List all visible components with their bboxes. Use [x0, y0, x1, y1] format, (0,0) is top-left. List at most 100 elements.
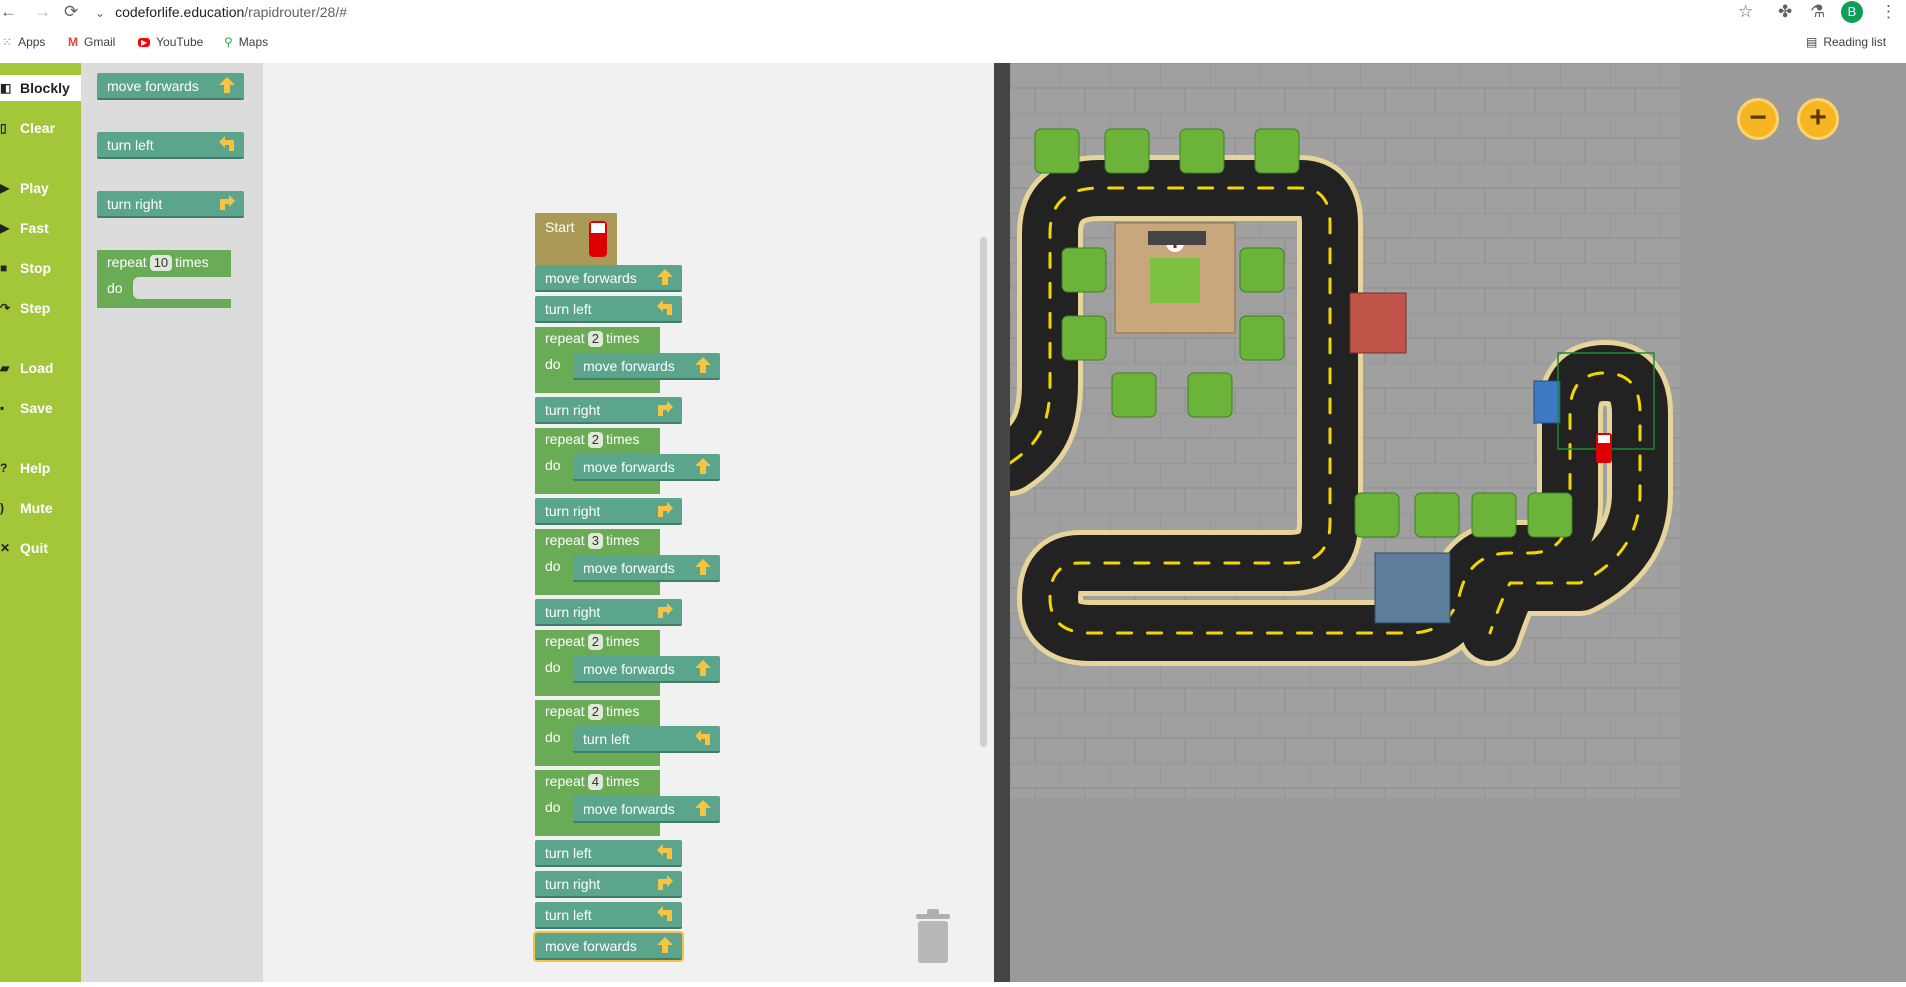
save-icon: ▪ — [0, 401, 5, 415]
program-block-turn-right[interactable]: turn right — [535, 871, 682, 898]
up-arrow-icon — [695, 800, 711, 816]
address-bar[interactable]: ⌄ codeforlife.education/rapidrouter/28/# — [95, 0, 347, 24]
program-block-turn-right[interactable]: turn right — [535, 397, 682, 424]
repeat-count-field[interactable]: 2 — [587, 331, 603, 347]
program-block-move-forwards[interactable]: move forwards — [573, 454, 720, 481]
program-block-move-forwards[interactable]: move forwards — [573, 353, 720, 380]
menu-icon[interactable]: ⋮ — [1880, 2, 1897, 22]
game-map: − + — [977, 63, 1906, 982]
url-path: /rapidrouter/28/# — [244, 4, 347, 20]
blockly-workspace[interactable]: Start move forwards turn left repeat 2 times d… — [263, 63, 994, 982]
van-icon — [1596, 433, 1612, 463]
road-map — [977, 63, 1680, 798]
program-repeat-block[interactable]: repeat 4 times do move forwards — [535, 770, 720, 836]
reload-icon[interactable]: ⟳ — [64, 2, 78, 22]
up-arrow-icon — [219, 77, 235, 93]
toolbox-repeat[interactable]: repeat 10 times do — [97, 250, 231, 308]
workspace-scrollbar[interactable] — [980, 237, 987, 747]
repeat-count-field[interactable]: 2 — [587, 634, 603, 650]
program-block-turn-left[interactable]: turn left — [535, 902, 682, 929]
trash-icon: ▯ — [0, 121, 7, 135]
program-block-turn-right[interactable]: turn right — [535, 599, 682, 626]
bookmark-maps[interactable]: ⚲ Maps — [224, 35, 268, 49]
program-repeat-block[interactable]: repeat 2 times do move forwards — [535, 327, 720, 393]
program-block-move-forwards[interactable]: move forwards — [533, 931, 684, 962]
bookmark-apps[interactable]: ⁙ Apps — [2, 35, 45, 49]
control-panel: ◧ Blockly ▯ Clear ▶ Play ▶ Fast ■ Stop ↷ Step … — [0, 63, 81, 982]
reading-list-button[interactable]: ▤ Reading list — [1806, 35, 1886, 49]
zoom-in-button[interactable]: + — [1797, 98, 1839, 140]
blockly-icon: ◧ — [0, 81, 12, 95]
profile-avatar[interactable]: B — [1841, 1, 1863, 23]
program-repeat-block[interactable]: repeat 3 times do move forwards — [535, 529, 720, 595]
play-button[interactable]: ▶ Play — [0, 175, 81, 201]
fast-icon: ▶ — [0, 221, 10, 235]
repeat-count-field[interactable]: 10 — [149, 255, 173, 271]
start-block[interactable]: Start — [535, 213, 617, 265]
toolbox-move-forwards[interactable]: move forwards — [97, 73, 244, 100]
destination-house — [1533, 380, 1561, 424]
fast-button[interactable]: ▶ Fast — [0, 215, 81, 241]
clear-button[interactable]: ▯ Clear — [0, 115, 81, 141]
program-block-turn-right[interactable]: turn right — [535, 498, 682, 525]
step-icon: ↷ — [0, 301, 11, 315]
right-arrow-icon — [658, 875, 673, 890]
repeat-count-field[interactable]: 2 — [587, 704, 603, 720]
reading-list-icon: ▤ — [1806, 35, 1818, 49]
star-icon[interactable]: ☆ — [1738, 2, 1753, 22]
repeat-slot — [133, 277, 231, 299]
labs-icon[interactable]: ⚗ — [1810, 2, 1825, 22]
back-icon[interactable]: ← — [0, 2, 17, 22]
zoom-out-button[interactable]: − — [1737, 98, 1779, 140]
program-block-move-forwards[interactable]: move forwards — [573, 555, 720, 582]
speaker-icon: ) — [0, 501, 4, 515]
folder-icon: ▰ — [0, 361, 10, 375]
program-repeat-block[interactable]: repeat 2 times do move forwards — [535, 428, 720, 494]
quit-button[interactable]: ✕ Quit — [0, 535, 81, 561]
load-button[interactable]: ▰ Load — [0, 355, 81, 381]
program-block-move-forwards[interactable]: move forwards — [573, 656, 720, 683]
program-repeat-block[interactable]: repeat 2 times do turn left — [535, 700, 720, 766]
browser-chrome: ← → ⟳ ⌄ codeforlife.education/rapidrouter… — [0, 0, 1906, 64]
right-arrow-icon — [658, 401, 673, 416]
program-block-move-forwards[interactable]: move forwards — [573, 796, 720, 823]
program-block-turn-left[interactable]: turn left — [535, 296, 682, 323]
help-button[interactable]: ? Help — [0, 455, 81, 481]
bookmarks-bar: ⁙ Apps M Gmail ▶ YouTube ⚲ Maps ▤ Reading lis… — [0, 30, 1906, 56]
nav-bar: ← → ⟳ ⌄ codeforlife.education/rapidrouter… — [0, 0, 1906, 24]
repeat-count-field[interactable]: 3 — [587, 533, 603, 549]
up-arrow-icon — [695, 458, 711, 474]
program-repeat-block[interactable]: repeat 2 times do move forwards — [535, 630, 720, 696]
play-icon: ▶ — [0, 181, 10, 195]
program-block-turn-left[interactable]: turn left — [573, 726, 720, 753]
extensions-icon[interactable]: ✤ — [1778, 2, 1792, 22]
house-red-roof — [1349, 292, 1407, 354]
step-button[interactable]: ↷ Step — [0, 295, 81, 321]
up-arrow-icon — [695, 559, 711, 575]
up-arrow-icon — [695, 660, 711, 676]
panel-divider[interactable] — [994, 63, 1010, 982]
chevron-down-icon[interactable]: ⌄ — [95, 6, 105, 20]
right-arrow-icon — [220, 195, 235, 210]
url-host: codeforlife.education — [115, 4, 245, 20]
bookmark-youtube[interactable]: ▶ YouTube — [138, 35, 203, 49]
bookmark-gmail[interactable]: M Gmail — [68, 35, 115, 49]
repeat-count-field[interactable]: 4 — [587, 774, 603, 790]
block-toolbox: move forwards turn left turn right repea… — [81, 63, 263, 982]
quit-icon: ✕ — [0, 541, 11, 555]
repeat-count-field[interactable]: 2 — [587, 432, 603, 448]
up-arrow-icon — [657, 269, 673, 285]
toolbox-turn-left[interactable]: turn left — [97, 132, 244, 159]
forward-icon[interactable]: → — [34, 2, 51, 22]
left-arrow-icon — [657, 906, 672, 921]
program-block-move-forwards[interactable]: move forwards — [535, 265, 682, 292]
toolbox-turn-right[interactable]: turn right — [97, 191, 244, 218]
right-arrow-icon — [658, 603, 673, 618]
program-block-turn-left[interactable]: turn left — [535, 840, 682, 867]
left-arrow-icon — [657, 844, 672, 859]
mute-button[interactable]: ) Mute — [0, 495, 81, 521]
trash-can-icon[interactable] — [914, 908, 952, 964]
blockly-button[interactable]: ◧ Blockly — [0, 75, 81, 101]
save-button[interactable]: ▪ Save — [0, 395, 81, 421]
stop-button[interactable]: ■ Stop — [0, 255, 81, 281]
